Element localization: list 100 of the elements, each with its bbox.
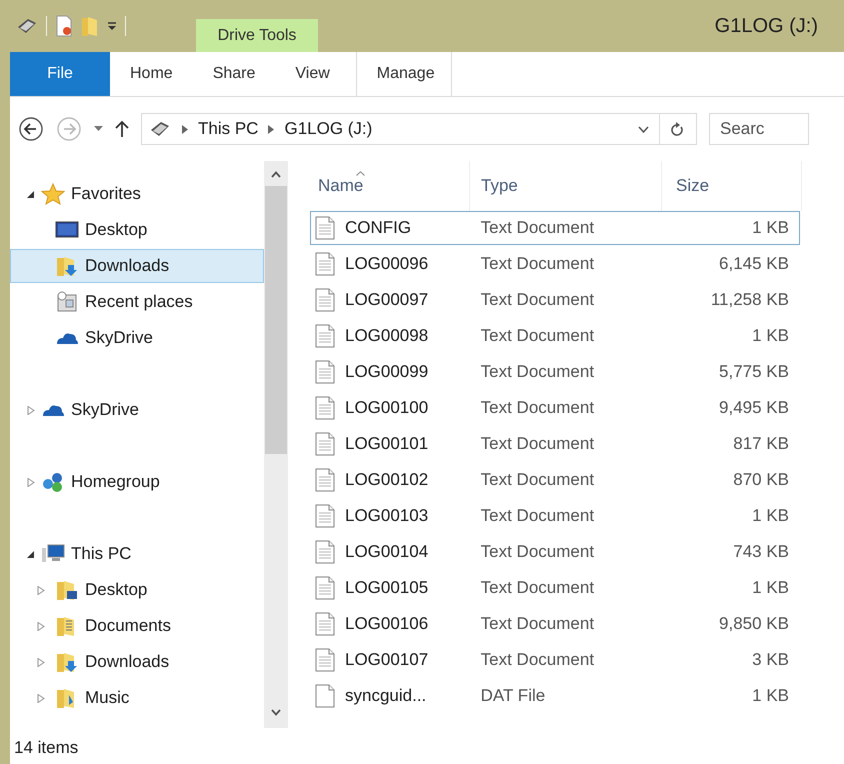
file-row[interactable]: LOG00105 Text Document 1 KB xyxy=(310,571,800,605)
file-row[interactable]: LOG00104 Text Document 743 KB xyxy=(310,535,800,569)
file-size: 1 KB xyxy=(751,218,790,238)
back-icon[interactable] xyxy=(18,116,44,142)
file-icon xyxy=(315,684,335,708)
text-file-icon xyxy=(315,468,335,492)
file-size: 743 KB xyxy=(732,542,790,562)
expand-icon[interactable] xyxy=(37,586,45,594)
expand-icon[interactable] xyxy=(37,622,45,630)
column-header[interactable]: Name xyxy=(310,161,470,211)
file-row[interactable]: CONFIG Text Document 1 KB xyxy=(310,211,800,245)
nav-item[interactable]: Downloads xyxy=(10,645,264,679)
file-name: syncguid... xyxy=(345,686,426,706)
file-type: Text Document xyxy=(480,614,596,634)
nav-item[interactable]: Homegroup xyxy=(10,465,264,499)
file-size: 1 KB xyxy=(751,686,790,706)
refresh-icon[interactable] xyxy=(670,121,684,137)
nav-item[interactable]: This PC xyxy=(10,537,264,571)
ribbon-tab[interactable]: File xyxy=(10,52,110,96)
file-type: Text Document xyxy=(480,254,596,274)
file-type: Text Document xyxy=(480,578,596,598)
download-folder-icon xyxy=(55,651,79,673)
file-row[interactable]: LOG00097 Text Document 11,258 KB xyxy=(310,283,800,317)
file-size: 1 KB xyxy=(751,506,790,526)
nav-item[interactable]: Music xyxy=(10,681,264,715)
expand-icon[interactable] xyxy=(27,478,35,486)
column-header[interactable]: Type xyxy=(470,161,662,211)
up-arrow-icon[interactable] xyxy=(115,120,129,138)
file-row[interactable]: LOG00100 Text Document 9,495 KB xyxy=(310,391,800,425)
recent-dropdown-icon[interactable] xyxy=(94,126,103,132)
expand-icon[interactable] xyxy=(27,406,35,414)
text-file-icon xyxy=(315,324,335,348)
scroll-up-icon[interactable] xyxy=(271,171,281,178)
file-row[interactable]: LOG00096 Text Document 6,145 KB xyxy=(310,247,800,281)
file-row[interactable]: LOG00099 Text Document 5,775 KB xyxy=(310,355,800,389)
file-row[interactable]: LOG00102 Text Document 870 KB xyxy=(310,463,800,497)
item-count: 14 items xyxy=(14,738,78,758)
file-row[interactable]: LOG00098 Text Document 1 KB xyxy=(310,319,800,353)
ribbon-tab[interactable]: Share xyxy=(192,52,276,96)
file-type: Text Document xyxy=(480,650,596,670)
file-row[interactable]: LOG00107 Text Document 3 KB xyxy=(310,643,800,677)
file-row[interactable]: LOG00103 Text Document 1 KB xyxy=(310,499,800,533)
text-file-icon xyxy=(315,612,335,636)
collapse-icon[interactable] xyxy=(27,190,35,198)
nav-item[interactable]: SkyDrive xyxy=(10,321,264,355)
file-type: Text Document xyxy=(480,398,596,418)
text-file-icon xyxy=(315,360,335,384)
chevron-icon[interactable] xyxy=(182,124,188,134)
file-type: DAT File xyxy=(480,686,546,706)
breadcrumb[interactable]: This PC xyxy=(198,119,258,139)
nav-item[interactable]: Downloads xyxy=(10,249,264,283)
file-name: LOG00101 xyxy=(345,434,428,454)
file-name: LOG00099 xyxy=(345,362,428,382)
scrollbar-thumb[interactable] xyxy=(265,186,287,454)
scroll-down-icon[interactable] xyxy=(271,709,281,716)
file-type: Text Document xyxy=(480,326,596,346)
file-name: LOG00104 xyxy=(345,542,428,562)
text-file-icon xyxy=(315,576,335,600)
file-type: Text Document xyxy=(480,470,596,490)
breadcrumb[interactable]: G1LOG (J:) xyxy=(284,119,372,139)
text-file-icon xyxy=(315,432,335,456)
nav-item[interactable]: Desktop xyxy=(10,573,264,607)
drive-icon[interactable] xyxy=(16,17,38,35)
file-size: 3 KB xyxy=(751,650,790,670)
file-name: LOG00098 xyxy=(345,326,428,346)
text-file-icon xyxy=(315,288,335,312)
file-name: LOG00106 xyxy=(345,614,428,634)
text-file-icon xyxy=(315,648,335,672)
computer-icon xyxy=(41,543,65,565)
file-row[interactable]: LOG00101 Text Document 817 KB xyxy=(310,427,800,461)
properties-icon[interactable] xyxy=(55,15,73,37)
text-file-icon xyxy=(315,216,335,240)
file-row[interactable]: syncguid... DAT File 1 KB xyxy=(310,679,800,713)
nav-item[interactable]: SkyDrive xyxy=(10,393,264,427)
file-row[interactable]: LOG00106 Text Document 9,850 KB xyxy=(310,607,800,641)
expand-icon[interactable] xyxy=(37,658,45,666)
file-size: 1 KB xyxy=(751,578,790,598)
address-bar[interactable]: This PC G1LOG (J:) xyxy=(141,113,697,145)
column-header[interactable]: Size xyxy=(662,161,802,211)
ribbon-tab[interactable]: View xyxy=(275,52,350,96)
search-field[interactable]: Searc xyxy=(709,113,809,145)
ribbon-tab[interactable]: Manage xyxy=(356,52,452,96)
nav-item[interactable]: Documents xyxy=(10,609,264,643)
ribbon-tab[interactable]: Home xyxy=(110,52,193,96)
chevron-icon[interactable] xyxy=(268,124,274,134)
nav-item[interactable]: Desktop xyxy=(10,213,264,247)
file-name: LOG00096 xyxy=(345,254,428,274)
scrollbar[interactable] xyxy=(264,161,288,728)
dropdown-icon[interactable] xyxy=(638,126,649,132)
collapse-icon[interactable] xyxy=(27,550,35,558)
nav-item[interactable]: Recent places xyxy=(10,285,264,319)
file-type: Text Document xyxy=(480,218,596,238)
file-type: Text Document xyxy=(480,542,596,562)
nav-item[interactable]: Favorites xyxy=(10,177,264,211)
star-icon xyxy=(41,183,65,205)
file-size: 817 KB xyxy=(732,434,790,454)
file-size: 6,145 KB xyxy=(718,254,790,274)
recent-places-icon xyxy=(55,291,79,313)
expand-icon[interactable] xyxy=(37,694,45,702)
text-file-icon xyxy=(315,252,335,276)
